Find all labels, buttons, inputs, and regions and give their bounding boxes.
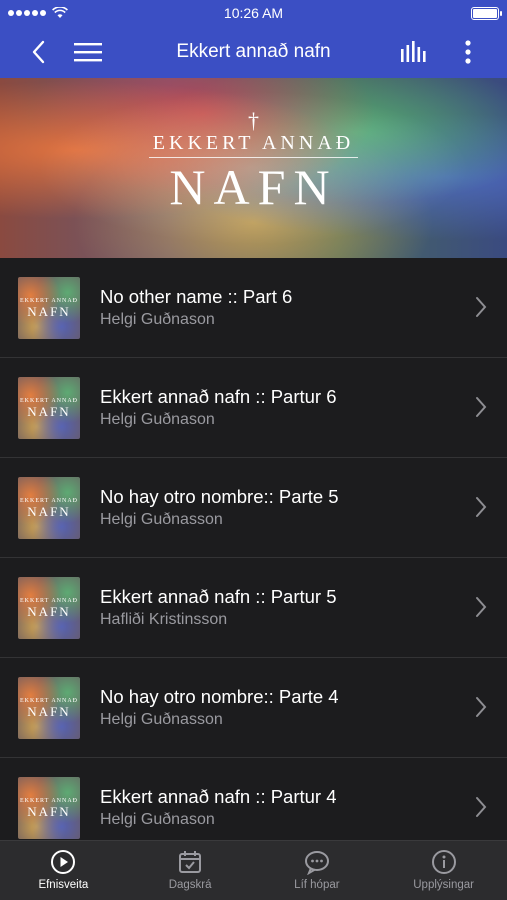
back-button[interactable] — [16, 30, 60, 74]
episode-thumbnail: EKKERT ANNAÐ NAFN — [18, 576, 80, 639]
hero-main-text: NAFN — [169, 159, 338, 215]
episode-thumbnail: EKKERT ANNAÐ NAFN — [18, 476, 80, 539]
hero-top-text: EKKERT ANNAÐ — [148, 132, 359, 158]
wifi-icon — [52, 7, 68, 18]
info-circle-icon — [431, 850, 456, 874]
episode-thumbnail: EKKERT ANNAÐ NAFN — [18, 776, 80, 839]
status-left — [8, 7, 68, 19]
episode-title: No other name :: Part 6 — [100, 285, 293, 307]
tab-label: Efnisveita — [38, 879, 89, 891]
tab-dagskra[interactable]: Dagskrá — [127, 841, 254, 900]
chat-bubble-icon — [304, 851, 329, 875]
tab-label: Upplýsingar — [413, 879, 474, 891]
page-title: Ekkert annað nafn — [176, 41, 331, 62]
episode-speaker: Helgi Guðnason — [100, 810, 215, 828]
hero-banner: † EKKERT ANNAÐ NAFN — [0, 78, 507, 258]
cross-icon: † — [248, 108, 259, 133]
more-vertical-icon — [465, 40, 471, 64]
list-item[interactable]: EKKERT ANNAÐ NAFN Ekkert annað nafn :: Pa… — [0, 758, 507, 840]
episode-thumbnail: EKKERT ANNAÐ NAFN — [18, 376, 80, 439]
tab-bar: Efnisveita Dagskrá Líf hópar Upplýsingar — [0, 840, 507, 900]
tab-label: Dagskrá — [168, 879, 212, 891]
chevron-right-icon — [476, 297, 487, 317]
chevron-right-icon — [476, 597, 487, 617]
episode-speaker: Helgi Guðnasson — [100, 510, 223, 528]
more-button[interactable] — [446, 30, 490, 74]
tab-label: Líf hópar — [294, 879, 340, 891]
episode-thumbnail: EKKERT ANNAÐ NAFN — [18, 276, 80, 339]
chevron-right-icon — [476, 697, 487, 717]
menu-button[interactable] — [66, 30, 110, 74]
status-time: 10:26 AM — [223, 5, 284, 21]
audio-button[interactable] — [392, 30, 436, 74]
hero-logo: † EKKERT ANNAÐ NAFN — [0, 110, 507, 214]
episode-speaker: Hafliði Kristinsson — [100, 610, 228, 628]
status-bar: 10:26 AM — [0, 0, 507, 26]
episode-title: Ekkert annað nafn :: Partur 5 — [100, 585, 337, 607]
episode-title: Ekkert annað nafn :: Partur 6 — [100, 385, 337, 407]
list-item[interactable]: EKKERT ANNAÐ NAFN No other name :: Part 6… — [0, 258, 507, 358]
nav-bar: Ekkert annað nafn — [0, 26, 507, 78]
chevron-right-icon — [476, 797, 487, 817]
episode-list: EKKERT ANNAÐ NAFN No other name :: Part 6… — [0, 258, 507, 840]
audio-bars-icon — [401, 41, 426, 62]
play-circle-icon — [51, 850, 76, 874]
list-item[interactable]: EKKERT ANNAÐ NAFN No hay otro nombre:: Pa… — [0, 458, 507, 558]
episode-thumbnail: EKKERT ANNAÐ NAFN — [18, 676, 80, 739]
calendar-check-icon — [179, 851, 202, 873]
tab-lif-hopar[interactable]: Líf hópar — [254, 841, 381, 900]
battery-icon — [471, 6, 502, 20]
hamburger-menu-icon — [74, 43, 102, 62]
tab-upplysingar[interactable]: Upplýsingar — [380, 841, 507, 900]
episode-title: Ekkert annað nafn :: Partur 4 — [100, 785, 337, 807]
list-item[interactable]: EKKERT ANNAÐ NAFN Ekkert annað nafn :: Pa… — [0, 558, 507, 658]
list-item[interactable]: EKKERT ANNAÐ NAFN No hay otro nombre:: Pa… — [0, 658, 507, 758]
episode-title: No hay otro nombre:: Parte 4 — [100, 685, 339, 707]
chevron-right-icon — [476, 497, 487, 517]
back-chevron-icon — [32, 40, 45, 64]
list-item[interactable]: EKKERT ANNAÐ NAFN Ekkert annað nafn :: Pa… — [0, 358, 507, 458]
tab-efnisveita[interactable]: Efnisveita — [0, 841, 127, 900]
chevron-right-icon — [476, 397, 487, 417]
episode-speaker: Helgi Guðnason — [100, 310, 215, 328]
signal-icon — [8, 10, 46, 16]
episode-speaker: Helgi Guðnasson — [100, 710, 223, 728]
episode-speaker: Helgi Guðnason — [100, 410, 215, 428]
episode-title: No hay otro nombre:: Parte 5 — [100, 485, 339, 507]
